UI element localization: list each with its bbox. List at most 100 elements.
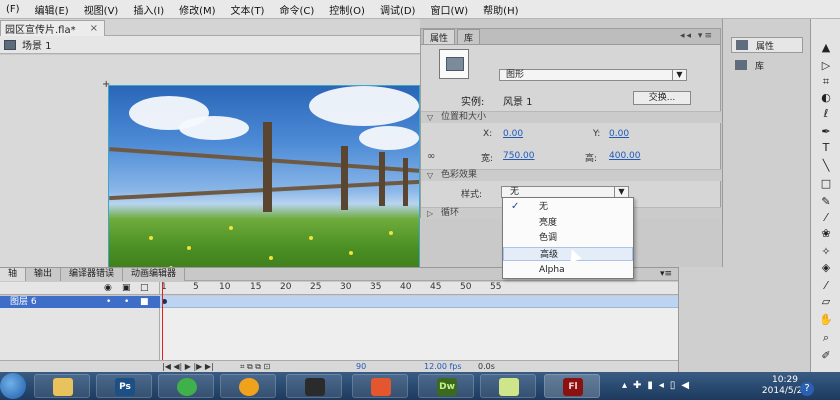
stage-area[interactable]: + (0, 55, 420, 267)
close-icon[interactable]: × (90, 23, 98, 34)
lasso-tool-icon[interactable]: ℓ (819, 107, 833, 120)
menu-help[interactable]: 帮助(H) (477, 2, 527, 17)
flower (309, 236, 313, 240)
timeline-status-bar: |◀ ◀| ▶ |▶ ▶| ⌗ ⧉ ⧉ ⊡ 90 12.00 fps 0.0s (0, 360, 678, 372)
tab-motion-editor[interactable]: 动画编辑器 (123, 268, 186, 281)
style-option-alpha[interactable]: Alpha (503, 263, 633, 277)
eye-icon[interactable]: ◉ (104, 283, 112, 293)
eyedropper-icon[interactable]: ⁄ (819, 279, 833, 292)
help-icon[interactable]: ? (800, 382, 814, 396)
taskbar-office[interactable] (352, 374, 408, 398)
menu-commands[interactable]: 命令(C) (273, 2, 323, 17)
pen-tool-icon[interactable]: ✒ (819, 125, 833, 138)
tab-properties[interactable]: 属性 (423, 29, 456, 44)
taskbar-file-explorer[interactable] (34, 374, 90, 398)
style-option-tint[interactable]: 色调 (503, 231, 633, 245)
menu-modify[interactable]: 修改(M) (173, 2, 224, 17)
taskbar-notes[interactable] (480, 374, 536, 398)
brush-tool-icon[interactable]: ⁄ (819, 211, 833, 224)
frame-number: 15 (250, 282, 262, 292)
rectangle-tool-icon[interactable]: □ (819, 177, 833, 190)
layer-list-empty (0, 308, 160, 360)
taskbar-recorder[interactable] (286, 374, 342, 398)
taskbar-dreamweaver[interactable]: Dw (418, 374, 474, 398)
y-value[interactable]: 0.00 (609, 129, 629, 139)
frame-rate[interactable]: 12.00 fps (424, 362, 462, 371)
eraser-tool-icon[interactable]: ▱ (819, 295, 833, 308)
lock-icon[interactable]: ▣ (122, 283, 131, 293)
scene-label[interactable]: 场景 1 (22, 37, 52, 52)
bone-tool-icon[interactable]: ✧ (819, 245, 833, 258)
tab-compiler-errors[interactable]: 编译器错误 (61, 268, 124, 281)
taskbar-flash[interactable]: Fl (544, 374, 600, 398)
menu-bar: (F) 编辑(E) 视图(V) 插入(I) 修改(M) 文本(T) 命令(C) … (0, 0, 840, 19)
zoom-tool-icon[interactable]: ⌕ (819, 331, 833, 345)
start-button[interactable] (0, 373, 26, 399)
system-tray-icons[interactable]: ▴✚▮◂▯◀ (622, 380, 695, 391)
flower (229, 226, 233, 230)
symbol-type-select[interactable]: 图形 ▼ (499, 69, 687, 81)
hand-tool-icon[interactable]: ✋ (819, 313, 833, 326)
onion-skin-icon[interactable]: ⌗ ⧉ ⧉ ⊡ (240, 362, 270, 372)
y-label: Y: (593, 129, 601, 139)
frame-row[interactable] (160, 296, 678, 308)
tab-timeline[interactable]: 轴 (0, 268, 27, 281)
dock-library-button[interactable]: 库 (731, 57, 803, 73)
section-title: 色彩效果 (441, 170, 478, 180)
color-effect-section[interactable]: ▽ 色彩效果 (421, 169, 721, 181)
visibility-dot-icon[interactable]: • (106, 296, 111, 308)
dock-properties-button[interactable]: 属性 (731, 37, 803, 53)
panel-menu-icon[interactable]: ◂◂ ▾≡ (680, 31, 714, 41)
outline-square-icon[interactable]: ■ (140, 296, 149, 308)
windows-taskbar: Ps Dw Fl ▴✚▮◂▯◀ 10:29 2014/5/20 (0, 372, 840, 400)
menu-insert[interactable]: 插入(I) (127, 2, 173, 17)
frame-ruler[interactable]: 1 5 10 15 20 25 30 35 40 45 50 55 (160, 282, 678, 295)
paint-bucket-icon[interactable]: ◈ (819, 261, 833, 274)
option-label: 亮度 (539, 218, 558, 228)
x-value[interactable]: 0.00 (503, 129, 523, 139)
style-option-brightness[interactable]: 亮度 (503, 216, 633, 230)
option-label: 色调 (539, 233, 558, 243)
panel-menu-icon[interactable]: ▾≡ (660, 269, 672, 279)
selection-tool-icon[interactable]: ▲ (819, 41, 833, 54)
menu-text[interactable]: 文本(T) (225, 2, 274, 17)
taskbar-browser[interactable] (158, 374, 214, 398)
3d-rotation-icon[interactable]: ◐ (819, 91, 833, 104)
menu-edit[interactable]: 编辑(E) (29, 2, 78, 17)
landscape-symbol-instance[interactable] (108, 85, 420, 267)
tab-output[interactable]: 输出 (26, 268, 62, 281)
position-size-section[interactable]: ▽ 位置和大小 (421, 111, 721, 123)
menu-file[interactable]: (F) (0, 4, 29, 15)
document-tab[interactable]: 园区宣传片.fla* × (0, 20, 105, 36)
width-value[interactable]: 750.00 (503, 151, 535, 161)
cloud (359, 126, 419, 150)
playhead[interactable] (162, 282, 163, 362)
scene-bar: 场景 1 (0, 36, 420, 54)
subselection-tool-icon[interactable]: ▷ (819, 59, 833, 72)
office-icon (371, 378, 391, 396)
lock-proportions-icon[interactable]: ∞ (427, 151, 435, 162)
deco-tool-icon[interactable]: ❀ (819, 227, 833, 240)
stroke-color-icon[interactable]: ✐ (819, 349, 833, 362)
menu-debug[interactable]: 调试(D) (374, 2, 425, 17)
instance-label: 实例: (461, 97, 485, 108)
menu-window[interactable]: 窗口(W) (424, 2, 477, 17)
taskbar-photoshop[interactable]: Ps (96, 374, 152, 398)
menu-view[interactable]: 视图(V) (78, 2, 128, 17)
height-value[interactable]: 400.00 (609, 151, 641, 161)
browser-icon (177, 378, 197, 396)
lock-dot-icon[interactable]: • (124, 296, 129, 308)
pencil-tool-icon[interactable]: ✎ (819, 195, 833, 208)
tab-library[interactable]: 库 (457, 29, 481, 44)
layer-row[interactable]: 图层 6 • • ■ (0, 296, 160, 308)
swap-button[interactable]: 交换... (633, 91, 691, 105)
line-tool-icon[interactable]: ╲ (819, 159, 833, 172)
text-tool-icon[interactable]: T (819, 141, 833, 154)
taskbar-media[interactable] (220, 374, 276, 398)
menu-control[interactable]: 控制(O) (323, 2, 374, 17)
outline-icon[interactable]: □ (140, 283, 149, 293)
style-option-none[interactable]: ✓ 无 (503, 200, 633, 214)
playback-controls-icon[interactable]: |◀ ◀| ▶ |▶ ▶| (162, 362, 214, 371)
option-label: Alpha (539, 265, 565, 275)
free-transform-icon[interactable]: ⌗ (819, 75, 833, 89)
